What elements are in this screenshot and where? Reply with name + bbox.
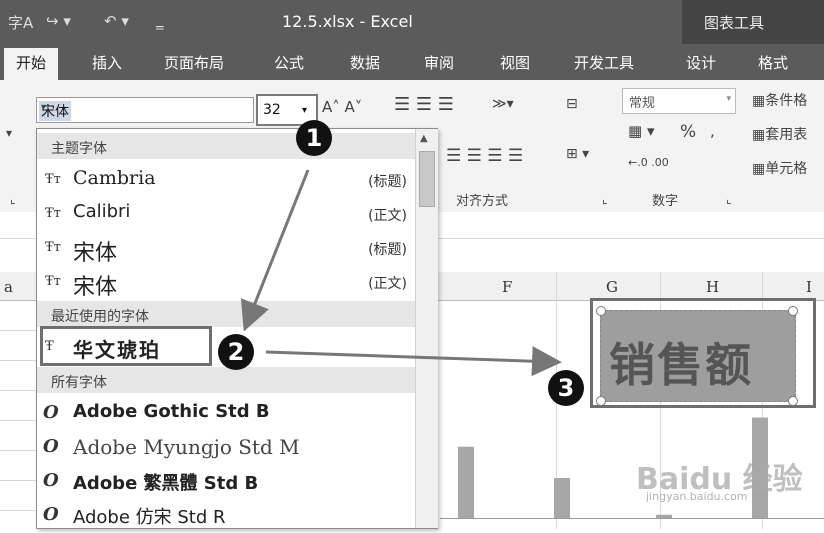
step-badge-1: 1 bbox=[296, 120, 332, 156]
arrow-1-to-2 bbox=[240, 169, 310, 332]
arrow-2-to-3 bbox=[265, 346, 562, 377]
annotation-arrows bbox=[240, 169, 562, 377]
step-badge-2: 2 bbox=[218, 334, 254, 370]
baidu-watermark-url: jingyan.baidu.com bbox=[646, 490, 748, 503]
step-badge-3: 3 bbox=[548, 370, 584, 406]
